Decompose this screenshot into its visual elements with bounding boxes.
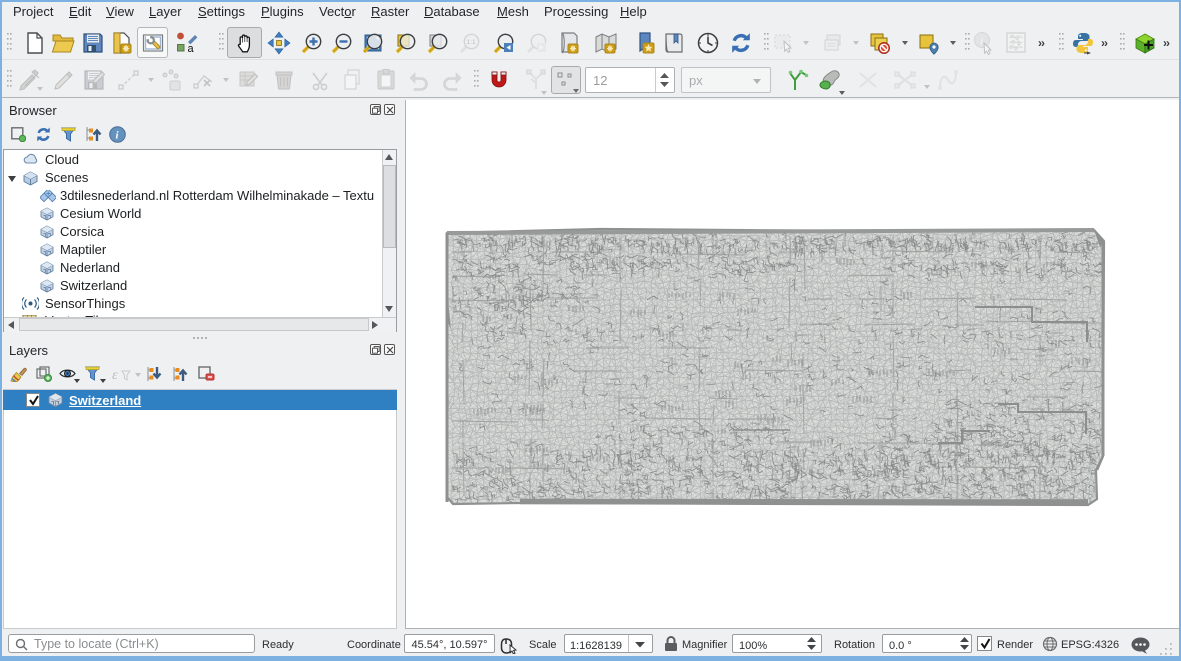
- svg-text:ε: ε: [112, 368, 118, 382]
- svg-text:1:1: 1:1: [467, 39, 476, 46]
- svg-text:a: a: [188, 43, 195, 55]
- svg-text:i: i: [980, 35, 983, 47]
